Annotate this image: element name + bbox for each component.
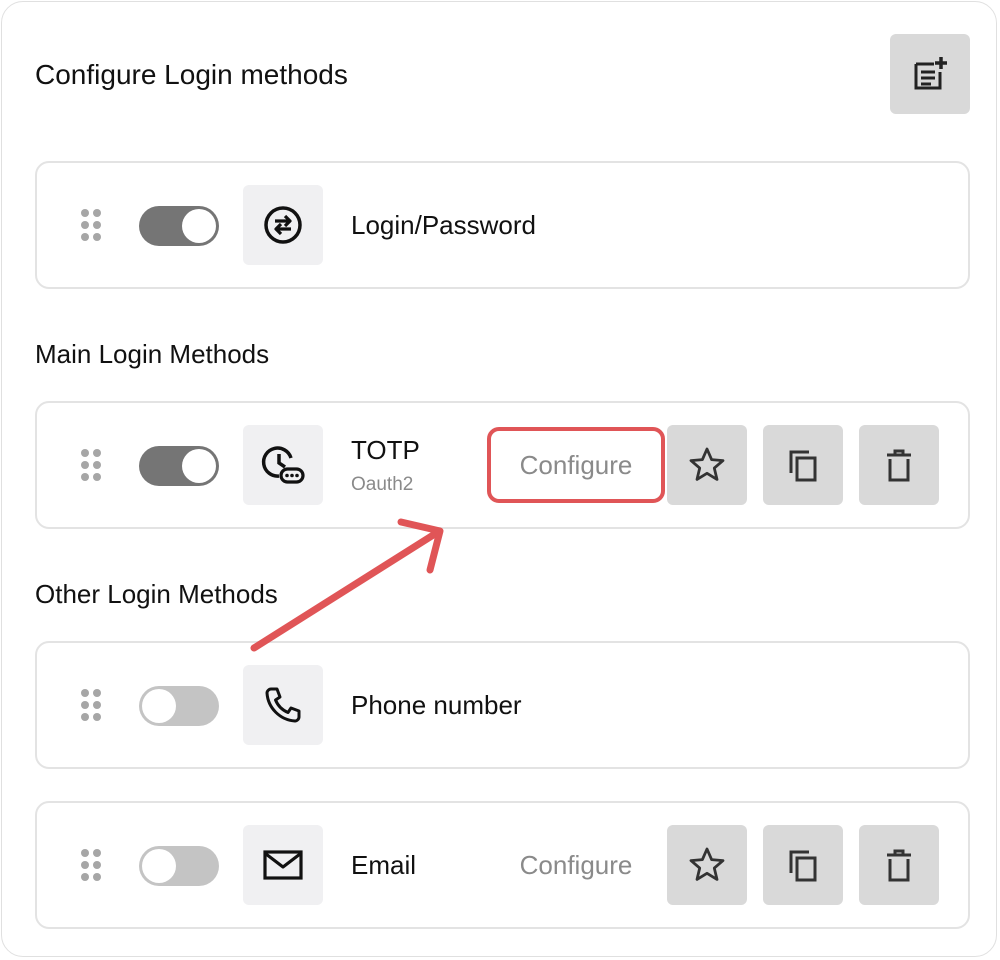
drag-handle-icon[interactable] [81, 689, 103, 723]
duplicate-button[interactable] [763, 425, 843, 505]
method-icon-tile [243, 665, 323, 745]
drag-handle-icon[interactable] [81, 849, 103, 883]
configure-button[interactable]: Configure [487, 427, 665, 503]
login-methods-panel: Configure Login methods Login/Password M… [1, 1, 997, 957]
swap-arrows-icon [264, 206, 302, 244]
method-icon-tile [243, 425, 323, 505]
clock-password-icon [261, 446, 305, 484]
copy-icon [789, 450, 817, 482]
drag-handle-icon[interactable] [81, 209, 103, 243]
method-row-login-password: Login/Password [35, 161, 970, 289]
method-name: Login/Password [351, 210, 536, 240]
login-password-toggle[interactable] [139, 206, 219, 246]
method-icon-tile [243, 825, 323, 905]
method-row-email: Email Configure [35, 801, 970, 929]
method-row-totp: TOTP Oauth2 Configure [35, 401, 970, 529]
page-title: Configure Login methods [35, 59, 348, 90]
method-subtitle: Oauth2 [351, 474, 414, 495]
trash-icon [887, 449, 911, 482]
method-row-phone: Phone number [35, 641, 970, 769]
favorite-button[interactable] [667, 825, 747, 905]
method-name: Phone number [351, 690, 522, 720]
method-name: TOTP [351, 435, 420, 465]
add-note-icon [914, 57, 947, 90]
main-methods-heading: Main Login Methods [35, 339, 270, 369]
add-method-button[interactable] [890, 34, 970, 114]
star-icon [689, 847, 725, 881]
phone-toggle[interactable] [139, 686, 219, 726]
copy-icon [789, 850, 817, 882]
trash-icon [887, 849, 911, 882]
mail-icon [263, 850, 303, 880]
totp-toggle[interactable] [139, 446, 219, 486]
favorite-button[interactable] [667, 425, 747, 505]
phone-icon [265, 687, 301, 723]
delete-button[interactable] [859, 425, 939, 505]
method-name: Email [351, 850, 417, 880]
method-icon-tile [243, 185, 323, 265]
email-toggle[interactable] [139, 846, 219, 886]
other-methods-heading: Other Login Methods [35, 579, 278, 609]
configure-button[interactable]: Configure [487, 827, 665, 903]
delete-button[interactable] [859, 825, 939, 905]
duplicate-button[interactable] [763, 825, 843, 905]
drag-handle-icon[interactable] [81, 449, 103, 483]
star-icon [689, 447, 725, 481]
